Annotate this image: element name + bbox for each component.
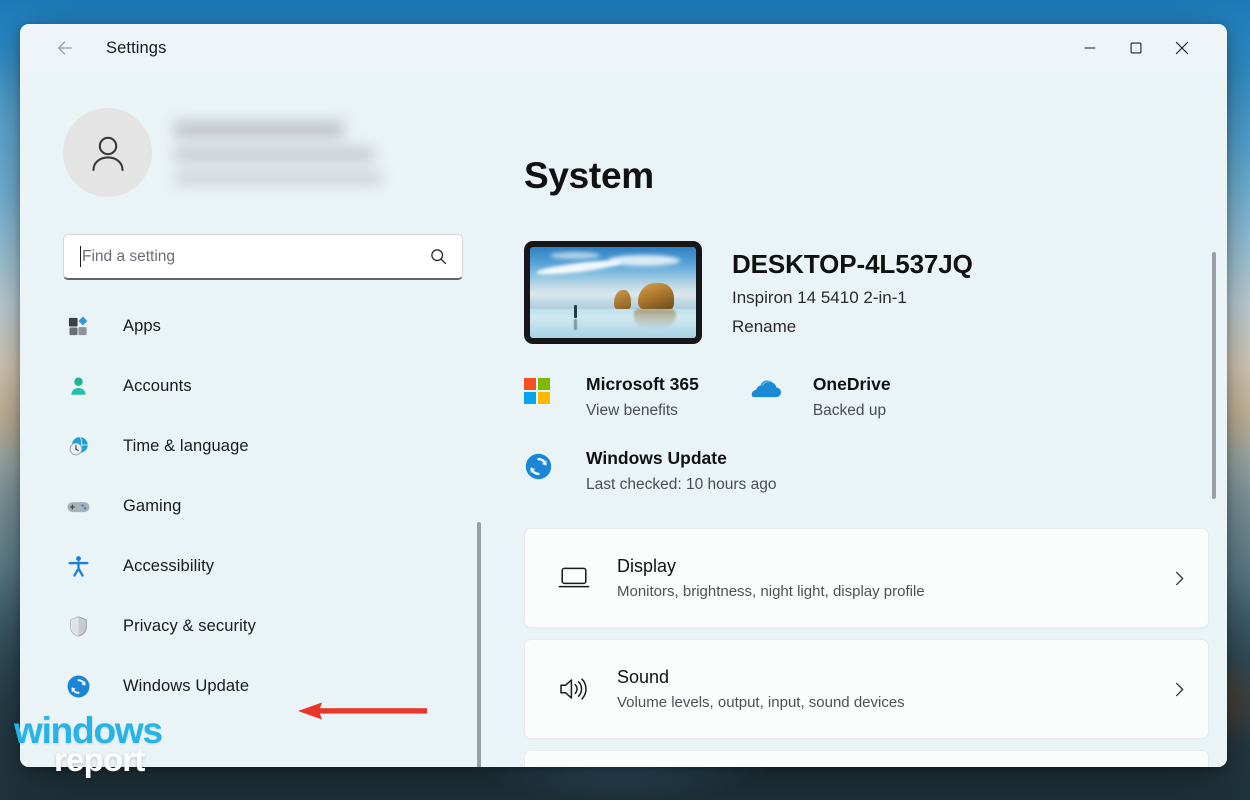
apps-icon	[63, 315, 93, 338]
status-block: Microsoft 365 View benefits OneDrive Bac…	[524, 374, 1227, 494]
onedrive-cloud-icon	[751, 374, 791, 398]
sidebar-item-privacy-security[interactable]: Privacy & security	[63, 605, 500, 647]
window-controls	[1067, 24, 1227, 72]
microsoft-logo-icon	[524, 374, 564, 404]
sidebar-item-label: Time & language	[123, 436, 249, 455]
onedrive-status[interactable]: OneDrive Backed up	[751, 374, 891, 420]
search-input[interactable]	[82, 247, 429, 266]
settings-card-sound[interactable]: Sound Volume levels, output, input, soun…	[524, 639, 1209, 739]
sidebar-item-label: Privacy & security	[123, 616, 256, 635]
avatar	[63, 108, 152, 197]
text-caret	[80, 246, 81, 267]
chevron-right-icon	[1171, 681, 1188, 698]
back-button[interactable]	[48, 31, 82, 65]
person-avatar-icon	[91, 136, 124, 171]
device-summary: DESKTOP-4L537JQ Inspiron 14 5410 2-in-1 …	[524, 241, 1227, 344]
settings-window: Settings Find a setting Apps Accounts Ti…	[20, 24, 1227, 767]
sidebar-item-time-language[interactable]: Time & language	[63, 425, 500, 467]
card-subtitle: Volume levels, output, input, sound devi…	[617, 694, 905, 711]
shield-icon	[63, 615, 93, 638]
maximize-icon	[1130, 42, 1142, 54]
sidebar-item-label: Accounts	[123, 376, 192, 395]
status-title: OneDrive	[812, 374, 891, 394]
device-wallpaper-thumbnail	[524, 241, 702, 344]
card-subtitle: Monitors, brightness, night light, displ…	[617, 583, 925, 600]
status-subtitle[interactable]: View benefits	[586, 402, 699, 420]
microsoft-365-status[interactable]: Microsoft 365 View benefits	[524, 374, 699, 420]
account-panel[interactable]	[63, 108, 500, 197]
maximize-button[interactable]	[1113, 24, 1159, 72]
sidebar-item-accessibility[interactable]: Accessibility	[63, 545, 500, 587]
settings-card-display[interactable]: Display Monitors, brightness, night ligh…	[524, 528, 1209, 628]
status-title: Microsoft 365	[586, 374, 699, 394]
settings-card-next-partial[interactable]	[524, 750, 1209, 767]
main-content: System DESKTOP-4L537JQ Inspiron 14 5410 …	[500, 72, 1227, 767]
settings-cards: Display Monitors, brightness, night ligh…	[524, 528, 1227, 767]
account-detail-blurred	[174, 170, 382, 185]
sidebar-item-label: Accessibility	[123, 556, 215, 575]
page-title: System	[524, 155, 654, 196]
device-model: Inspiron 14 5410 2-in-1	[732, 288, 907, 307]
speaker-icon	[553, 675, 595, 703]
account-text-redacted	[174, 120, 389, 185]
search-icon[interactable]	[429, 247, 448, 266]
status-row-top: Microsoft 365 View benefits OneDrive Bac…	[524, 374, 1227, 420]
title-bar: Settings	[20, 24, 1227, 72]
clock-globe-icon	[63, 435, 93, 458]
sidebar-item-label: Apps	[123, 316, 162, 335]
status-title: Windows Update	[586, 448, 727, 468]
sidebar-scrollbar[interactable]	[477, 522, 481, 767]
chevron-right-icon	[1171, 570, 1188, 587]
sidebar-item-accounts[interactable]: Accounts	[63, 365, 500, 407]
device-name: DESKTOP-4L537JQ	[732, 249, 973, 279]
windows-update-status[interactable]: Windows Update Last checked: 10 hours ag…	[524, 448, 1227, 494]
window-title: Settings	[106, 38, 167, 57]
close-button[interactable]	[1159, 24, 1205, 72]
card-title: Display	[617, 556, 677, 576]
accounts-icon	[63, 375, 93, 398]
minimize-icon	[1084, 47, 1096, 49]
status-subtitle: Backed up	[812, 402, 887, 419]
sidebar-item-label: Windows Update	[123, 676, 250, 695]
sidebar-nav: Apps Accounts Time & language Gaming Acc…	[20, 305, 500, 707]
minimize-button[interactable]	[1067, 24, 1113, 72]
sidebar-item-label: Gaming	[123, 496, 182, 515]
sidebar-item-gaming[interactable]: Gaming	[63, 485, 500, 527]
account-email-blurred	[174, 146, 374, 162]
gamepad-icon	[63, 494, 93, 519]
window-body: Apps Accounts	[20, 72, 1227, 767]
card-title: Sound	[617, 667, 670, 687]
back-arrow-icon	[57, 41, 73, 55]
accessibility-person-icon	[63, 555, 93, 578]
rename-link[interactable]: Rename	[732, 317, 973, 337]
sidebar-item-apps[interactable]: Apps	[63, 305, 500, 347]
account-name-blurred	[174, 120, 344, 138]
monitor-icon	[553, 565, 595, 591]
close-icon	[1175, 41, 1189, 55]
status-subtitle: Last checked: 10 hours ago	[586, 476, 777, 493]
search-box[interactable]	[63, 234, 463, 280]
sidebar-item-windows-update[interactable]: Windows Update	[63, 665, 500, 707]
device-info: DESKTOP-4L537JQ Inspiron 14 5410 2-in-1 …	[732, 241, 973, 337]
windows-update-refresh-icon	[63, 674, 93, 699]
windows-update-refresh-icon	[524, 448, 564, 481]
desktop-background: Settings Find a setting Apps Accounts Ti…	[0, 0, 1250, 800]
sidebar: Apps Accounts	[20, 72, 500, 767]
main-scrollbar[interactable]	[1212, 252, 1216, 499]
